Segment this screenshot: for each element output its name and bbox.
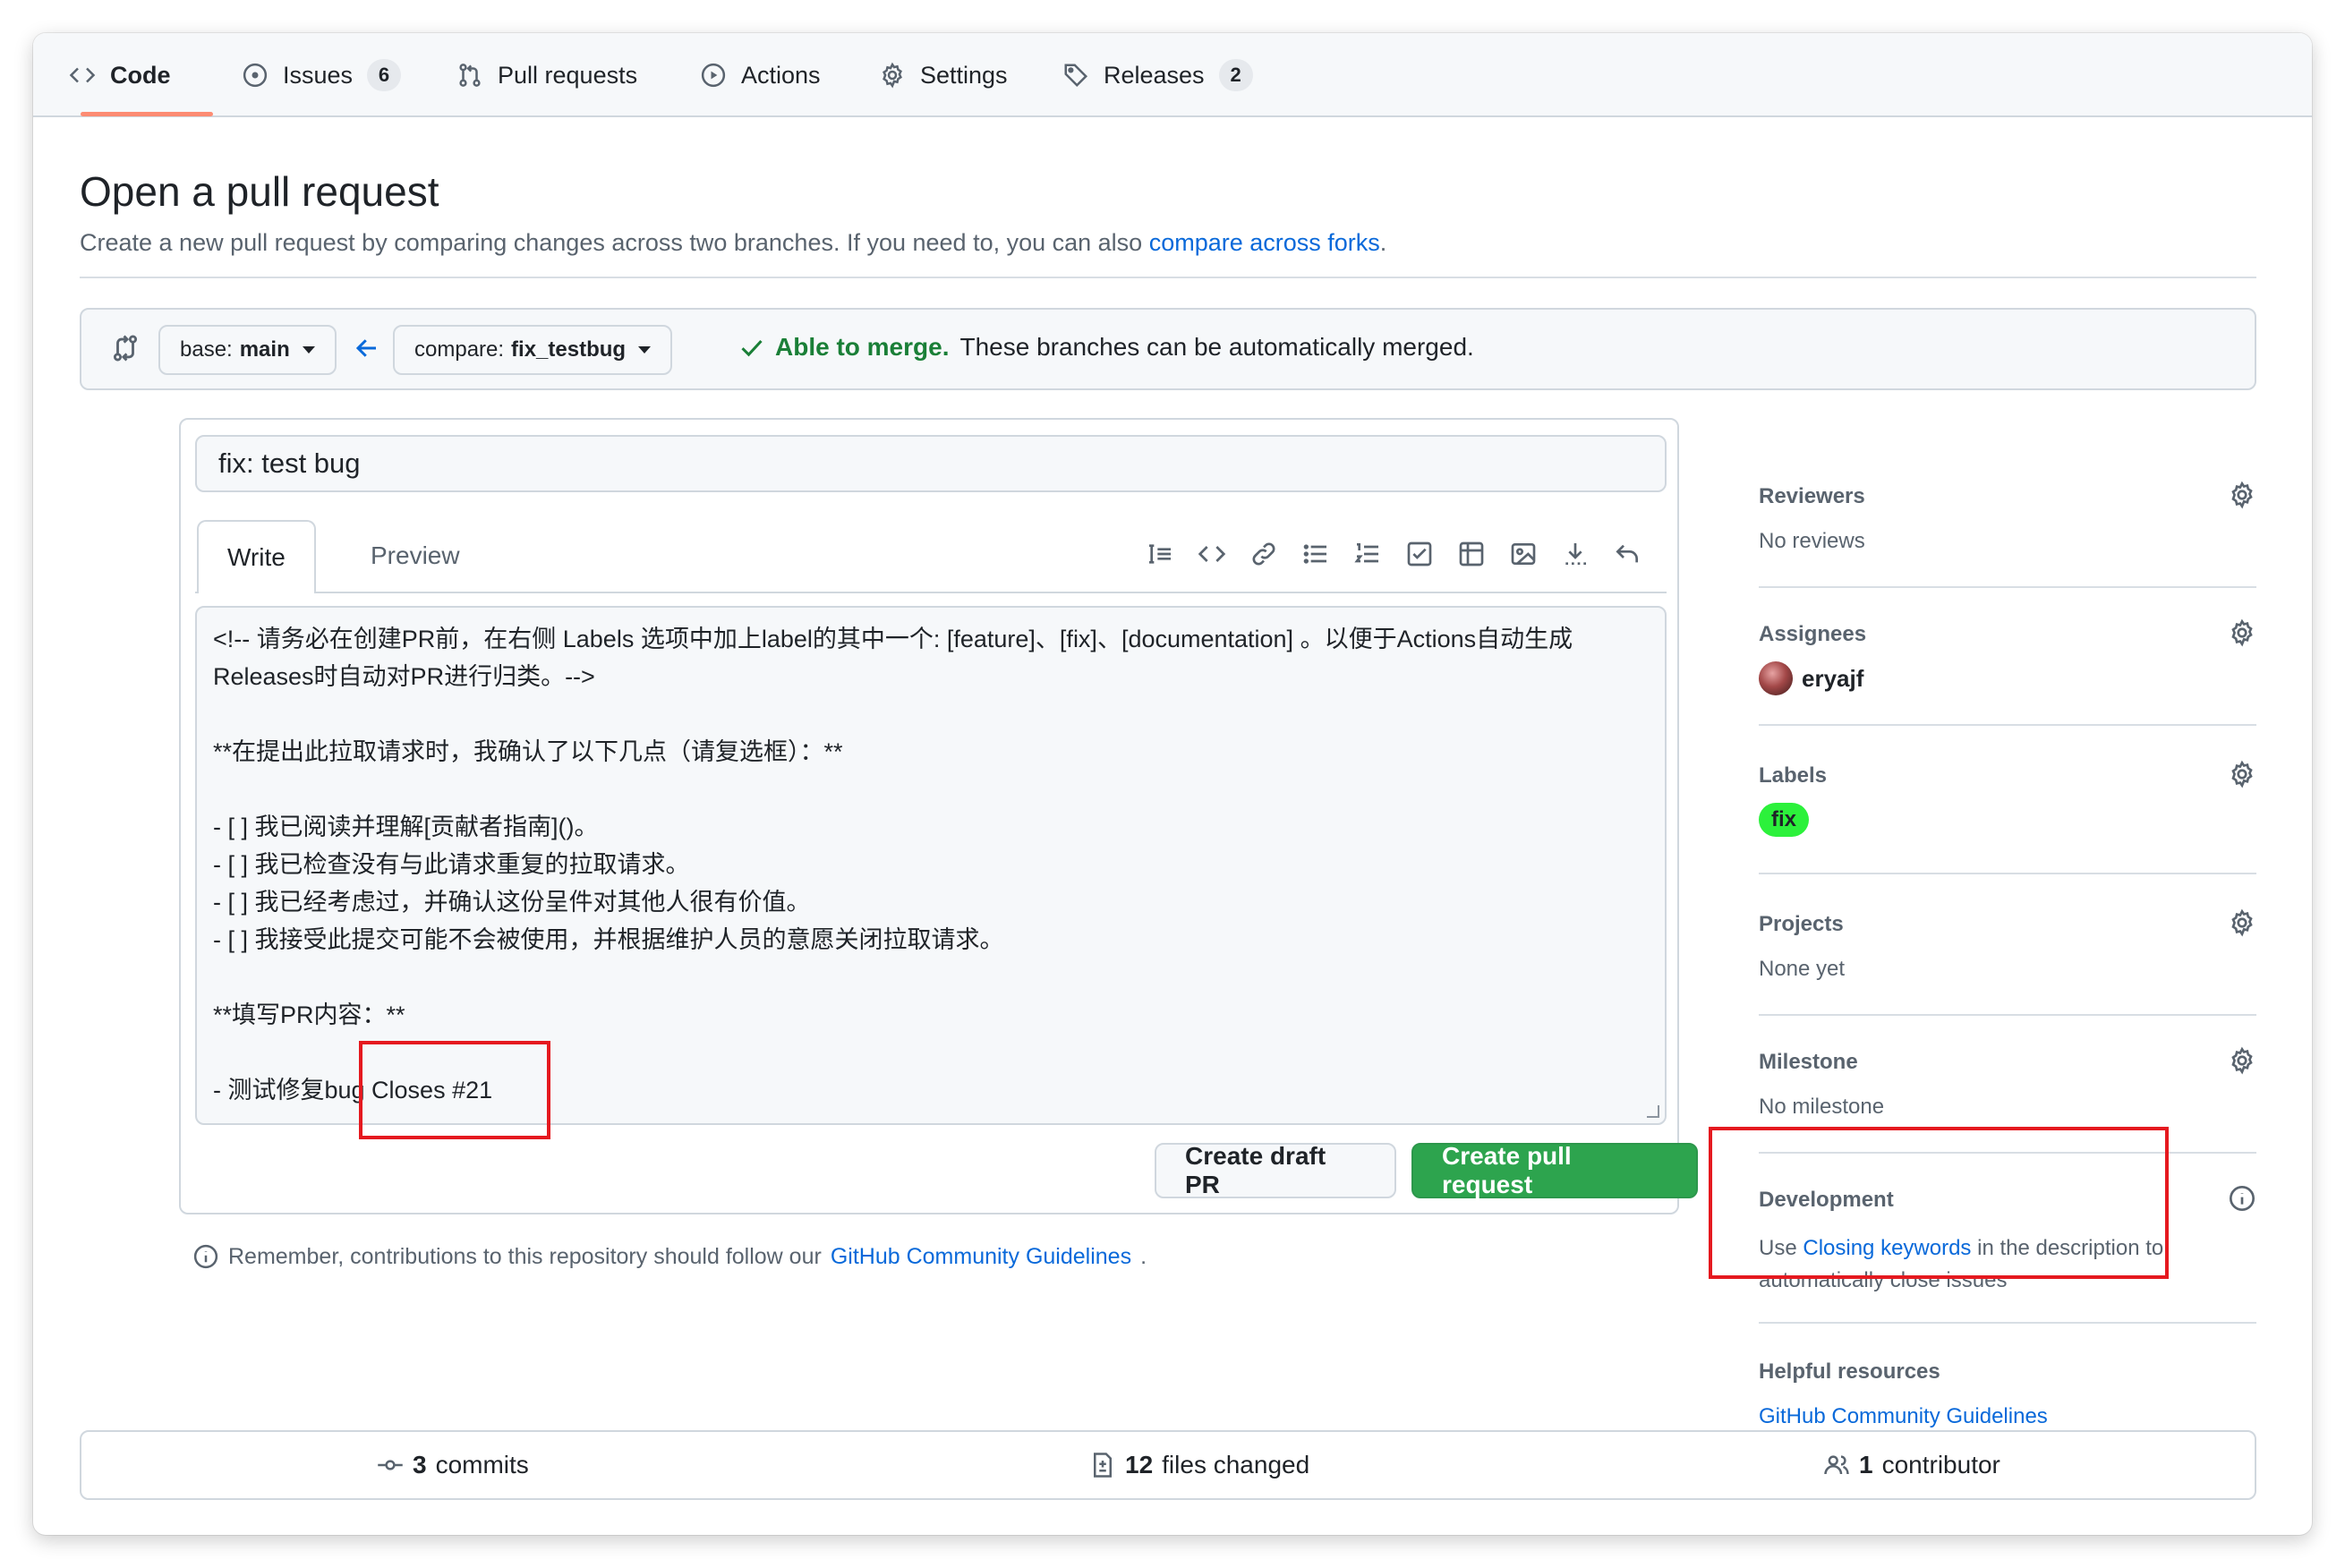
chevron-down-icon bbox=[302, 346, 315, 354]
divider bbox=[80, 277, 2256, 278]
body-line: - [ ] 我已阅读并理解[贡献者指南]()。 bbox=[213, 814, 599, 840]
body-line: - [ ] 我接受此提交可能不会被使用，并根据维护人员的意愿关闭拉取请求。 bbox=[213, 926, 1004, 953]
merge-status: Able to merge. These branches can be aut… bbox=[739, 333, 1474, 362]
contributors-label: contributor bbox=[1881, 1451, 2000, 1479]
avatar bbox=[1759, 661, 1793, 695]
merge-status-text: These branches can be automatically merg… bbox=[959, 333, 1474, 361]
chevron-down-icon bbox=[638, 346, 652, 354]
resize-handle[interactable] bbox=[1647, 1105, 1659, 1118]
contributors-count: 1 bbox=[1859, 1451, 1873, 1479]
task-list-icon[interactable] bbox=[1405, 540, 1434, 568]
reviewers-title[interactable]: Reviewers bbox=[1759, 484, 1865, 509]
code-icon[interactable] bbox=[1198, 540, 1226, 568]
compare-branch-name: fix_testbug bbox=[511, 337, 627, 362]
divider bbox=[1759, 586, 2256, 588]
body-line bbox=[213, 771, 1649, 808]
info-icon bbox=[192, 1243, 219, 1270]
subtitle-text: Create a new pull request by comparing c… bbox=[80, 229, 1149, 256]
create-draft-pr-button[interactable]: Create draft PR bbox=[1155, 1142, 1396, 1198]
base-prefix: base: bbox=[180, 337, 233, 362]
projects-value: None yet bbox=[1759, 957, 1846, 981]
gear-icon[interactable] bbox=[2228, 618, 2256, 647]
commits-count: 3 bbox=[413, 1451, 427, 1479]
link-icon[interactable] bbox=[1249, 540, 1278, 568]
highlight-box bbox=[1709, 1127, 2169, 1279]
commits-summary[interactable]: 3 commits bbox=[377, 1432, 529, 1498]
body-line: <!-- 请务必在创建PR前，在右侧 Labels 选项中加上label的其中一… bbox=[213, 626, 1573, 690]
page-subtitle: Create a new pull request by comparing c… bbox=[80, 229, 1386, 257]
contribution-notice: Remember, contributions to this reposito… bbox=[192, 1243, 1147, 1270]
assignee-name: eryajf bbox=[1802, 664, 1864, 692]
tab-preview[interactable]: Preview bbox=[342, 520, 489, 592]
table-icon[interactable] bbox=[1457, 540, 1486, 568]
assignee[interactable]: eryajf bbox=[1759, 661, 1863, 695]
contributors-summary[interactable]: 1 contributor bbox=[1823, 1432, 2000, 1498]
milestone-value: No milestone bbox=[1759, 1095, 1885, 1119]
notice-text: Remember, contributions to this reposito… bbox=[228, 1243, 822, 1269]
resources-title: Helpful resources bbox=[1759, 1359, 1940, 1384]
body-line: **填写PR内容：** bbox=[213, 1001, 405, 1028]
subtitle-end: . bbox=[1379, 229, 1387, 256]
compare-bar: base: main compare: fix_testbug Able to me… bbox=[80, 308, 2256, 390]
divider bbox=[1759, 724, 2256, 726]
people-icon bbox=[1823, 1452, 1850, 1479]
gear-icon[interactable] bbox=[2228, 481, 2256, 509]
labels-title[interactable]: Labels bbox=[1759, 763, 1827, 788]
commit-icon bbox=[377, 1452, 404, 1479]
page-content: Open a pull request Create a new pull re… bbox=[33, 33, 2312, 1535]
base-branch-name: main bbox=[239, 337, 290, 362]
create-pull-request-button[interactable]: Create pull request bbox=[1411, 1142, 1698, 1198]
milestone-title[interactable]: Milestone bbox=[1759, 1050, 1858, 1075]
ordered-list-icon[interactable] bbox=[1353, 540, 1382, 568]
compare-summary: 3 commits 12 files changed 1 contributor bbox=[80, 1430, 2256, 1500]
reviewers-value: No reviews bbox=[1759, 529, 1865, 553]
able-to-merge-text: Able to merge. bbox=[775, 333, 950, 361]
mention-icon[interactable] bbox=[1561, 540, 1590, 568]
base-branch-select[interactable]: base: main bbox=[158, 325, 337, 375]
gear-icon[interactable] bbox=[2228, 908, 2256, 937]
body-line bbox=[213, 695, 1649, 733]
info-icon[interactable] bbox=[2228, 1184, 2256, 1213]
undo-icon[interactable] bbox=[1613, 540, 1642, 568]
files-summary[interactable]: 12 files changed bbox=[1089, 1432, 1309, 1498]
compare-icon bbox=[110, 333, 141, 363]
commits-label: commits bbox=[435, 1451, 529, 1479]
files-label: files changed bbox=[1162, 1451, 1310, 1479]
tabs-divider bbox=[195, 592, 1667, 593]
compare-prefix: compare: bbox=[414, 337, 505, 362]
image-icon[interactable] bbox=[1509, 540, 1538, 568]
page-title: Open a pull request bbox=[80, 168, 439, 215]
divider bbox=[1759, 873, 2256, 874]
arrow-left-icon bbox=[354, 335, 380, 362]
tab-write[interactable]: Write bbox=[197, 520, 316, 593]
file-diff-icon bbox=[1089, 1452, 1116, 1479]
unordered-list-icon[interactable] bbox=[1301, 540, 1330, 568]
highlight-box bbox=[359, 1041, 550, 1139]
projects-title[interactable]: Projects bbox=[1759, 912, 1844, 937]
divider bbox=[1759, 1322, 2256, 1324]
divider bbox=[1759, 1014, 2256, 1016]
body-line: **在提出此拉取请求时，我确认了以下几点（请复选框）：** bbox=[213, 738, 843, 765]
gear-icon[interactable] bbox=[2228, 760, 2256, 788]
body-line: - [ ] 我已经考虑过，并确认这份呈件对其他人很有价值。 bbox=[213, 889, 811, 916]
community-guidelines-link[interactable]: GitHub Community Guidelines bbox=[1759, 1404, 2048, 1429]
body-line: - [ ] 我已检查没有与此请求重复的拉取请求。 bbox=[213, 851, 690, 878]
community-guidelines-link[interactable]: GitHub Community Guidelines bbox=[831, 1244, 1131, 1270]
heading-icon[interactable] bbox=[1146, 540, 1174, 568]
files-count: 12 bbox=[1125, 1451, 1154, 1479]
notice-end: . bbox=[1140, 1243, 1147, 1269]
check-icon bbox=[739, 335, 764, 360]
compare-branch-select[interactable]: compare: fix_testbug bbox=[393, 325, 673, 375]
body-line bbox=[213, 959, 1649, 996]
label-fix[interactable]: fix bbox=[1759, 803, 1810, 837]
gear-icon[interactable] bbox=[2228, 1046, 2256, 1075]
compare-forks-link[interactable]: compare across forks bbox=[1149, 229, 1380, 256]
assignees-title[interactable]: Assignees bbox=[1759, 622, 1866, 647]
pr-title-input[interactable] bbox=[195, 435, 1667, 492]
markdown-toolbar bbox=[1146, 540, 1642, 568]
